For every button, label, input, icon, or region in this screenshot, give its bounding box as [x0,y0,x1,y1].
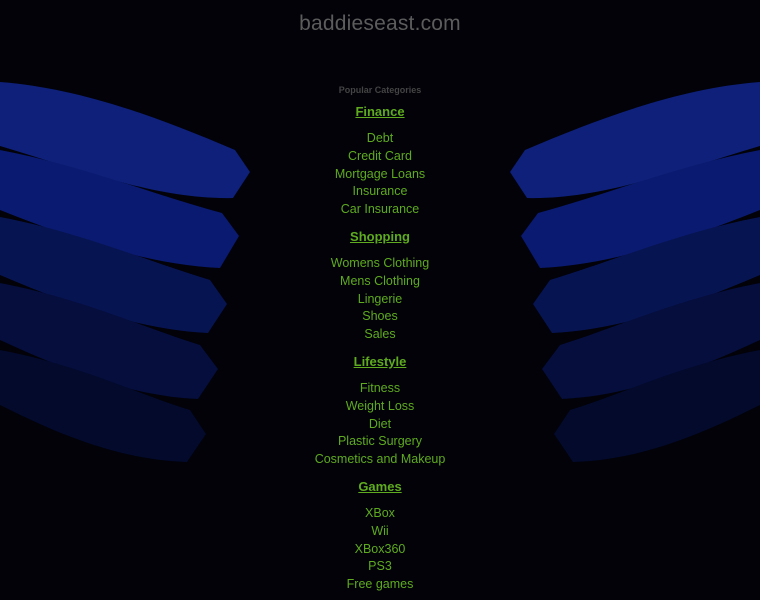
link-cosmetics-and-makeup[interactable]: Cosmetics and Makeup [230,451,530,469]
link-weight-loss[interactable]: Weight Loss [230,398,530,416]
link-credit-card[interactable]: Credit Card [230,148,530,166]
link-sales[interactable]: Sales [230,326,530,344]
parked-domain-page: baddieseast.com Popular Categories Finan… [0,0,760,600]
left-wing [0,82,250,462]
link-xbox360[interactable]: XBox360 [230,541,530,559]
popular-categories: Popular Categories Finance Debt Credit C… [230,85,530,600]
category-title-shopping[interactable]: Shopping [230,229,530,244]
domain-title: baddieseast.com [299,12,461,35]
category-group-games: Games XBox Wii XBox360 PS3 Free games [230,479,530,594]
link-fitness[interactable]: Fitness [230,380,530,398]
link-ps3[interactable]: PS3 [230,558,530,576]
right-wing [510,82,760,462]
link-debt[interactable]: Debt [230,130,530,148]
category-title-lifestyle[interactable]: Lifestyle [230,354,530,369]
link-free-games[interactable]: Free games [230,576,530,594]
link-car-insurance[interactable]: Car Insurance [230,201,530,219]
link-plastic-surgery[interactable]: Plastic Surgery [230,433,530,451]
category-group-lifestyle: Lifestyle Fitness Weight Loss Diet Plast… [230,354,530,469]
link-lingerie[interactable]: Lingerie [230,291,530,309]
category-title-games[interactable]: Games [230,479,530,494]
link-wii[interactable]: Wii [230,523,530,541]
category-group-finance: Finance Debt Credit Card Mortgage Loans … [230,104,530,219]
link-xbox[interactable]: XBox [230,505,530,523]
link-womens-clothing[interactable]: Womens Clothing [230,255,530,273]
link-mortgage-loans[interactable]: Mortgage Loans [230,166,530,184]
categories-heading: Popular Categories [338,85,422,95]
link-insurance[interactable]: Insurance [230,183,530,201]
category-group-shopping: Shopping Womens Clothing Mens Clothing L… [230,229,530,344]
link-mens-clothing[interactable]: Mens Clothing [230,273,530,291]
link-diet[interactable]: Diet [230,416,530,434]
category-title-finance[interactable]: Finance [230,104,530,119]
link-shoes[interactable]: Shoes [230,308,530,326]
